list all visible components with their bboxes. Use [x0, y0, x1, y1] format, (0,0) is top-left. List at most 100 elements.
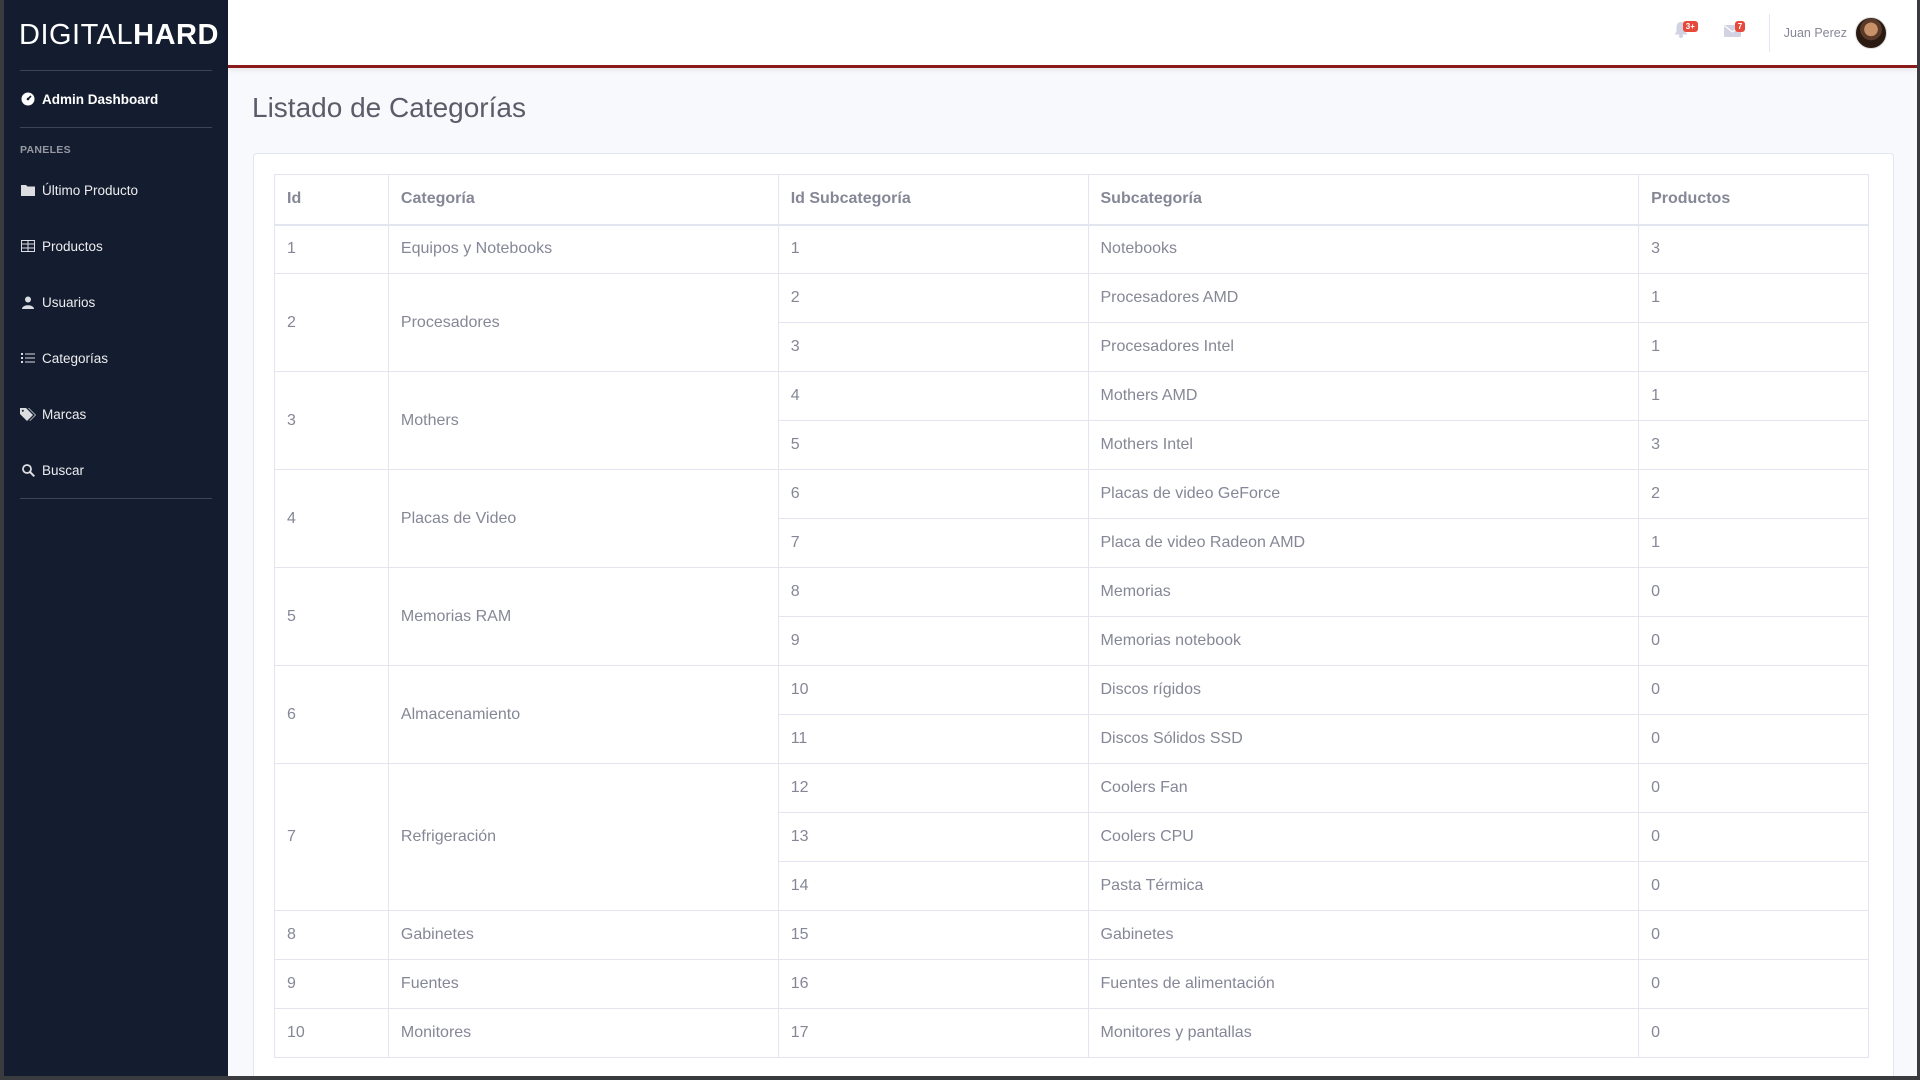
cell-product-count: 3 — [1638, 224, 1869, 274]
cell-product-count: 0 — [1638, 616, 1869, 666]
sidebar-item-admin-dashboard[interactable]: Admin Dashboard — [4, 71, 228, 127]
alerts-button[interactable]: 3+ — [1655, 18, 1707, 48]
sidebar-item-marcas[interactable]: Marcas — [4, 386, 228, 442]
cell-subcategory-name: Coolers Fan — [1087, 763, 1640, 813]
cell-category-id: 7 — [274, 763, 389, 911]
page-title: Listado de Categorías — [252, 92, 526, 123]
cell-category-name: Monitores — [387, 1008, 779, 1058]
cell-category-id: 4 — [274, 469, 389, 568]
cell-subcategory-name: Discos rígidos — [1087, 665, 1640, 715]
table-row: 6 Almacenamiento 10 Discos rígidos 0 — [274, 665, 1869, 764]
cell-category-name: Fuentes — [387, 959, 779, 1009]
cell-subcategory-name: Memorias — [1087, 567, 1640, 617]
cell-category-name: Almacenamiento — [387, 665, 779, 764]
cell-category-id: 8 — [274, 910, 389, 960]
table-icon — [20, 240, 36, 252]
cell-subcategory-id: 7 — [777, 518, 1089, 568]
sidebar-item-usuarios[interactable]: Usuarios — [4, 274, 228, 330]
cell-product-count: 0 — [1638, 665, 1869, 715]
cell-category-name: Equipos y Notebooks — [387, 224, 779, 274]
sidebar-item-productos[interactable]: Productos — [4, 218, 228, 274]
cell-product-count: 1 — [1638, 518, 1869, 568]
cell-product-count: 0 — [1638, 910, 1869, 960]
cell-subcategory-name: Pasta Térmica — [1087, 861, 1640, 911]
cell-product-count: 0 — [1638, 714, 1869, 764]
table-row: 3 Mothers 4 Mothers AMD 1 — [274, 371, 1869, 470]
messages-button[interactable]: 7 — [1707, 18, 1759, 48]
cell-product-count: 0 — [1638, 812, 1869, 862]
table-row: 1 Equipos y Notebooks 1 Notebooks 3 — [274, 224, 1869, 274]
column-header-subcategoria[interactable]: Subcategoría — [1087, 174, 1640, 226]
cell-subcategory-id: 15 — [777, 910, 1089, 960]
app-frame: DIGITAL HARD Admin Dashboard PANELES Últi… — [4, 0, 1917, 1076]
cell-subcategory-name: Procesadores AMD — [1087, 273, 1640, 323]
cell-product-count: 0 — [1638, 567, 1869, 617]
cell-product-count: 1 — [1638, 371, 1869, 421]
cell-category-name: Memorias RAM — [387, 567, 779, 666]
cell-product-count: 1 — [1638, 322, 1869, 372]
table-row: 10 Monitores 17 Monitores y pantallas 0 — [274, 1008, 1869, 1058]
sidebar: DIGITAL HARD Admin Dashboard PANELES Últi… — [4, 0, 228, 1076]
cell-category-name: Procesadores — [387, 273, 779, 372]
cell-subcategory-id: 14 — [777, 861, 1089, 911]
sidebar-item-label: Buscar — [42, 462, 85, 478]
cell-subcategory-id: 16 — [777, 959, 1089, 1009]
cell-subcategory-name: Coolers CPU — [1087, 812, 1640, 862]
cell-subcategory-id: 13 — [777, 812, 1089, 862]
table-row: 4 Placas de Video 6 Placas de video GeForce… — [274, 469, 1869, 568]
cell-subcategory-id: 4 — [777, 371, 1089, 421]
window-bottom-edge — [0, 1076, 1920, 1080]
cell-subcategory-name: Procesadores Intel — [1087, 322, 1640, 372]
sidebar-item-buscar[interactable]: Buscar — [4, 442, 228, 498]
cell-category-name: Refrigeración — [387, 763, 779, 911]
cell-subcategory-name: Gabinetes — [1087, 910, 1640, 960]
cell-product-count: 0 — [1638, 861, 1869, 911]
avatar — [1855, 16, 1887, 49]
table-row: 2 Procesadores 2 Procesadores AMD 1 — [274, 273, 1869, 372]
table-row: 7 Refrigeración 12 Coolers Fan 0 — [274, 763, 1869, 911]
column-header-productos[interactable]: Productos — [1638, 174, 1869, 226]
cell-subcategory-id: 17 — [777, 1008, 1089, 1058]
cell-subcategory-id: 2 — [777, 273, 1089, 323]
cell-subcategory-id: 10 — [777, 665, 1089, 715]
alerts-badge: 3+ — [1682, 20, 1698, 32]
topbar-divider — [1768, 13, 1770, 52]
table-row: 9 Fuentes 16 Fuentes de alimentación 0 — [274, 959, 1869, 1009]
cell-subcategory-id: 6 — [777, 469, 1089, 519]
cell-subcategory-id: 3 — [777, 322, 1089, 372]
folder-icon — [20, 184, 36, 196]
cell-subcategory-name: Notebooks — [1087, 224, 1640, 274]
sidebar-item-ultimo-producto[interactable]: Último Producto — [4, 162, 228, 218]
cell-category-id: 6 — [274, 665, 389, 764]
cell-category-name: Mothers — [387, 371, 779, 470]
cell-category-id: 5 — [274, 567, 389, 666]
cell-product-count: 0 — [1638, 763, 1869, 813]
column-header-id-subcategoria[interactable]: Id Subcategoría — [777, 174, 1089, 226]
sidebar-divider — [20, 498, 212, 499]
sidebar-item-label: Categorías — [42, 350, 109, 366]
cell-category-id: 1 — [274, 224, 389, 274]
cell-subcategory-id: 8 — [777, 567, 1089, 617]
list-icon — [20, 352, 36, 364]
brand-text-bold: HARD — [133, 18, 219, 51]
topbar: 3+ 7 Juan Perez — [228, 0, 1917, 68]
cell-product-count: 2 — [1638, 469, 1869, 519]
cell-subcategory-name: Memorias notebook — [1087, 616, 1640, 666]
cell-category-id: 3 — [274, 371, 389, 470]
brand-text-thin: DIGITAL — [19, 18, 134, 51]
sidebar-item-label: Admin Dashboard — [42, 91, 159, 107]
table-row: 8 Gabinetes 15 Gabinetes 0 — [274, 910, 1869, 960]
column-header-categoria[interactable]: Categoría — [387, 174, 779, 226]
tachometer-icon — [20, 92, 36, 106]
cell-category-id: 10 — [274, 1008, 389, 1058]
cell-subcategory-name: Mothers AMD — [1087, 371, 1640, 421]
column-header-id[interactable]: Id — [274, 174, 389, 226]
user-name: Juan Perez — [1783, 25, 1847, 40]
cell-subcategory-name: Placa de video Radeon AMD — [1087, 518, 1640, 568]
sidebar-item-categorias[interactable]: Categorías — [4, 330, 228, 386]
search-icon — [20, 463, 36, 477]
cell-subcategory-name: Monitores y pantallas — [1087, 1008, 1640, 1058]
sidebar-heading: PANELES — [20, 144, 71, 156]
user-menu[interactable]: Juan Perez — [1783, 16, 1887, 49]
brand-logo[interactable]: DIGITAL HARD — [4, 0, 228, 70]
